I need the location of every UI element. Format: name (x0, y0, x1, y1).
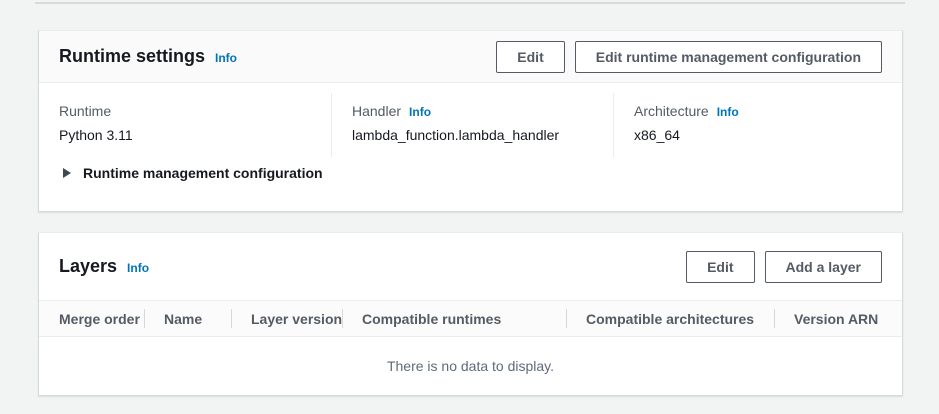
runtime-label: Runtime (59, 103, 111, 119)
runtime-settings-actions: Edit Edit runtime management configurati… (496, 41, 882, 73)
edit-runtime-management-configuration-button[interactable]: Edit runtime management configuration (575, 41, 882, 73)
architecture-info-link[interactable]: Info (717, 104, 739, 118)
runtime-settings-fields: Runtime Python 3.11 Handler Info lambda_… (39, 93, 902, 157)
field-handler: Handler Info lambda_function.lambda_hand… (331, 93, 613, 157)
edit-layers-button[interactable]: Edit (686, 251, 754, 283)
architecture-label: Architecture (634, 103, 709, 119)
runtime-settings-card: Runtime settings Info Edit Edit runtime … (38, 30, 903, 212)
column-header-name: Name (144, 301, 231, 336)
runtime-settings-header: Runtime settings Info Edit Edit runtime … (39, 31, 902, 83)
handler-value: lambda_function.lambda_handler (352, 127, 593, 143)
top-divider (35, 2, 905, 4)
column-header-compatible-architectures: Compatible architectures (566, 301, 774, 336)
layers-info-link[interactable]: Info (127, 260, 149, 274)
layers-title: Layers (59, 256, 117, 277)
layers-header: Layers Info Edit Add a layer (39, 233, 902, 300)
architecture-value: x86_64 (634, 127, 882, 143)
empty-state-message: There is no data to display. (387, 358, 554, 374)
field-runtime: Runtime Python 3.11 (39, 93, 331, 157)
expander-label: Runtime management configuration (83, 165, 323, 181)
handler-info-link[interactable]: Info (409, 104, 431, 118)
column-header-merge-order: Merge order (39, 301, 144, 336)
runtime-settings-title: Runtime settings (59, 46, 205, 67)
layers-table-header: Merge order Name Layer version Compatibl… (39, 300, 902, 337)
column-header-version-arn: Version ARN (774, 301, 902, 336)
runtime-settings-info-link[interactable]: Info (215, 50, 237, 64)
handler-label: Handler (352, 103, 401, 119)
column-header-layer-version: Layer version (231, 301, 342, 336)
edit-runtime-settings-button[interactable]: Edit (496, 41, 564, 73)
layers-card: Layers Info Edit Add a layer Merge order… (38, 232, 903, 396)
runtime-management-configuration-expander[interactable]: Runtime management configuration (63, 165, 323, 181)
column-header-compatible-runtimes: Compatible runtimes (342, 301, 566, 336)
layers-table-empty-state: There is no data to display. (39, 337, 902, 394)
layers-actions: Edit Add a layer (686, 251, 882, 283)
triangle-right-icon (63, 168, 71, 178)
add-a-layer-button[interactable]: Add a layer (765, 251, 882, 283)
runtime-value: Python 3.11 (59, 127, 311, 143)
field-architecture: Architecture Info x86_64 (613, 93, 902, 157)
